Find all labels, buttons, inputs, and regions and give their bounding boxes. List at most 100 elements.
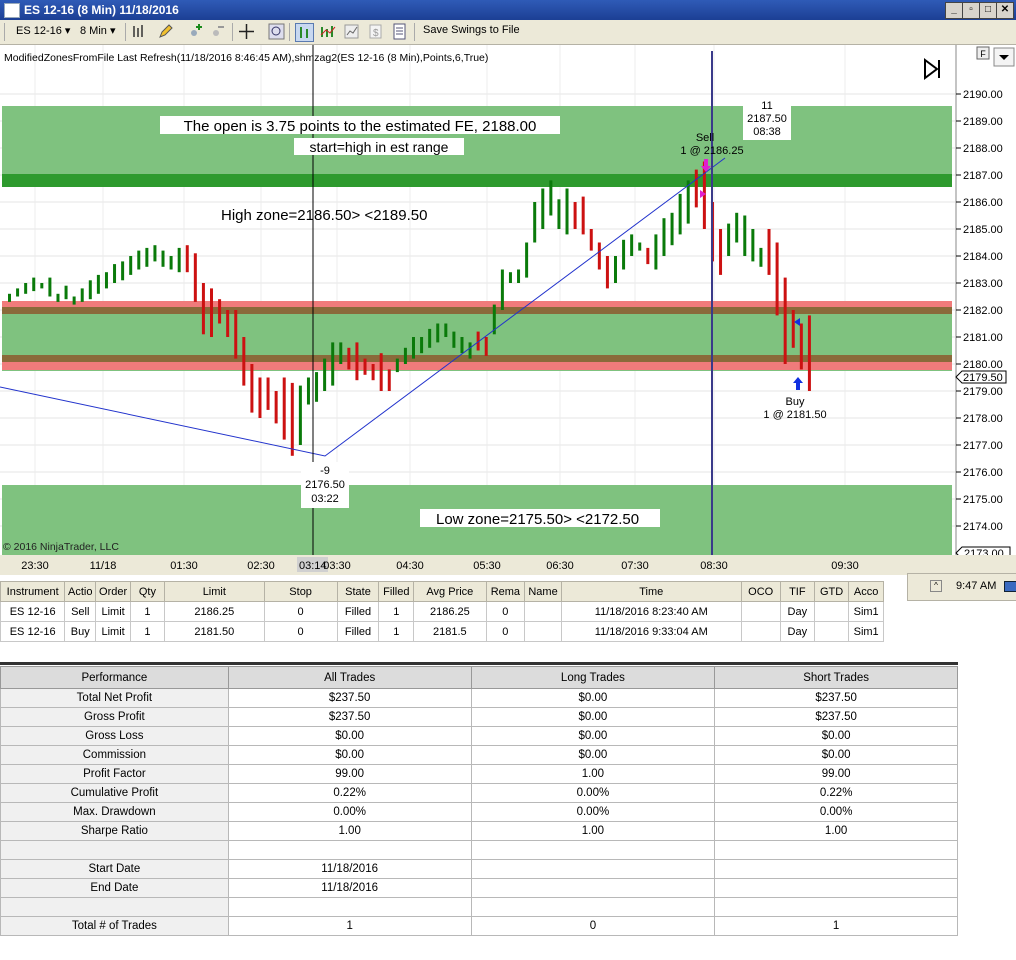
minimize-button[interactable]: _	[945, 2, 963, 19]
price-bar	[290, 382, 294, 456]
dollar-icon[interactable]: $	[367, 23, 384, 40]
performance-value: 0.00%	[714, 802, 958, 822]
orders-col-header[interactable]: State	[336, 581, 380, 602]
order-row[interactable]: ES 12-16 Sell Limit 1 2186.25 0 Filled 1 2186.25…	[0, 601, 884, 622]
performance-metric-label	[0, 840, 229, 860]
orders-col-header[interactable]: Name	[524, 581, 562, 602]
orders-col-header[interactable]: Time	[560, 581, 742, 602]
orders-col-header[interactable]: GTD	[813, 581, 850, 602]
indicators-icon[interactable]	[319, 23, 336, 40]
swing-low-price: 2176.50	[305, 479, 345, 491]
chart-canvas[interactable]: The open is 3.75 points to the estimated…	[0, 45, 1016, 575]
price-bar	[420, 337, 424, 354]
performance-value	[714, 859, 958, 879]
time-tick-label: 03:30	[323, 560, 351, 572]
orders-col-header[interactable]: Limit	[163, 581, 265, 602]
price-bar	[759, 247, 763, 267]
price-bar	[395, 358, 399, 373]
price-bar	[137, 250, 141, 270]
performance-col-header: Long Trades	[470, 666, 716, 689]
performance-value: $237.50	[714, 688, 958, 708]
time-axis-ticks: 23:30 11/18 01:30 02:30 03:30 04:30 05:30 06:30…	[21, 560, 859, 572]
performance-row: Sharpe Ratio 1.00 1.00 1.00	[0, 821, 958, 841]
orders-col-header[interactable]: Rema	[485, 581, 526, 602]
caret-up-icon[interactable]: ^	[930, 580, 942, 592]
price-bar	[234, 310, 238, 359]
data-box-icon[interactable]	[295, 23, 314, 42]
performance-value: 0	[470, 916, 716, 936]
orders-col-header[interactable]: Actio	[64, 581, 97, 602]
orders-col-header[interactable]: TIF	[779, 581, 815, 602]
price-bar	[363, 358, 367, 375]
performance-row: Profit Factor 99.00 1.00 99.00	[0, 764, 958, 784]
close-button[interactable]: ✕	[996, 2, 1014, 19]
save-swings-button[interactable]: Save Swings to File	[423, 24, 520, 36]
price-bar	[40, 283, 44, 289]
orders-col-header[interactable]: Avg Price	[413, 581, 487, 602]
performance-col-header: Short Trades	[714, 666, 958, 689]
zoom-out-icon[interactable]	[210, 23, 227, 40]
order-cell: 1	[130, 621, 165, 642]
order-cell: ES 12-16	[0, 621, 66, 642]
order-cell: Day	[779, 601, 815, 622]
magnifier-icon[interactable]	[268, 23, 285, 40]
instrument-selector[interactable]: ES 12-16 ▾	[16, 24, 70, 37]
orders-col-header[interactable]: Qty	[130, 581, 165, 602]
properties-icon[interactable]	[391, 23, 408, 40]
price-bar	[775, 242, 779, 316]
bar-style-icon[interactable]	[131, 23, 148, 40]
zoom-in-icon[interactable]	[188, 23, 205, 40]
price-tick-label: 2180.00	[963, 359, 1003, 371]
price-bar	[727, 223, 731, 256]
orders-col-header[interactable]: Instrument	[0, 581, 66, 602]
order-cell: 1	[378, 621, 415, 642]
price-tick-label: 2188.00	[963, 143, 1003, 155]
price-chart[interactable]: The open is 3.75 points to the estimated…	[0, 45, 1016, 575]
performance-row: Max. Drawdown 0.00% 0.00% 0.00%	[0, 802, 958, 822]
order-row[interactable]: ES 12-16 Buy Limit 1 2181.50 0 Filled 1 2181.5 0 1…	[0, 621, 884, 642]
orders-col-header[interactable]: Order	[95, 581, 131, 602]
chart-toolbar: ES 12-16 ▾ 8 Min ▾ $ Save Swings to File	[0, 20, 1016, 45]
restore-button[interactable]: ▫	[962, 2, 980, 19]
price-bar	[48, 277, 52, 297]
order-cell: 2181.5	[413, 621, 487, 642]
price-bar	[32, 277, 36, 292]
orders-col-header[interactable]: OCO	[740, 581, 781, 602]
toolbar-separator	[232, 23, 233, 41]
swing-low-count: -9	[320, 465, 330, 477]
price-bar	[355, 342, 359, 381]
price-bar	[614, 256, 617, 283]
order-cell: 11/18/2016 9:33:04 AM	[560, 621, 742, 642]
indicator-label: ModifiedZonesFromFile Last Refresh(11/18…	[4, 52, 488, 64]
panel-button-label: F	[980, 49, 986, 59]
orders-col-header[interactable]: Stop	[263, 581, 338, 602]
toolbar-separator	[125, 23, 126, 41]
orders-col-header[interactable]: Acco	[848, 581, 884, 602]
performance-value	[470, 859, 716, 879]
performance-table: Performance All Trades Long Trades Short Tr…	[0, 666, 958, 936]
swing-high-price: 2187.50	[747, 113, 787, 125]
performance-metric-label: Start Date	[0, 859, 229, 879]
order-cell: Limit	[95, 621, 131, 642]
interval-selector[interactable]: 8 Min ▾	[80, 24, 115, 37]
price-bar	[193, 253, 197, 302]
performance-value	[714, 878, 958, 898]
pencil-icon[interactable]	[157, 23, 174, 40]
performance-row: Start Date 11/18/2016	[0, 859, 958, 879]
order-cell: Filled	[336, 621, 380, 642]
price-tick-label: 2179.00	[963, 386, 1003, 398]
toolbar-separator	[414, 23, 415, 41]
orders-col-header[interactable]: Filled	[378, 581, 415, 602]
price-bar	[686, 180, 690, 224]
strategy-icon[interactable]	[343, 23, 360, 40]
order-cell: 11/18/2016 8:23:40 AM	[560, 601, 742, 622]
order-cell: 2186.25	[163, 601, 265, 622]
crosshair-icon[interactable]	[238, 23, 255, 40]
order-cell: Buy	[64, 621, 97, 642]
price-tick-label: 2190.00	[963, 89, 1003, 101]
buy-label: Buy	[786, 396, 805, 408]
performance-metric-label: Gross Loss	[0, 726, 229, 746]
performance-value: $237.50	[714, 707, 958, 727]
price-bar	[694, 169, 698, 208]
maximize-button[interactable]: □	[979, 2, 997, 19]
